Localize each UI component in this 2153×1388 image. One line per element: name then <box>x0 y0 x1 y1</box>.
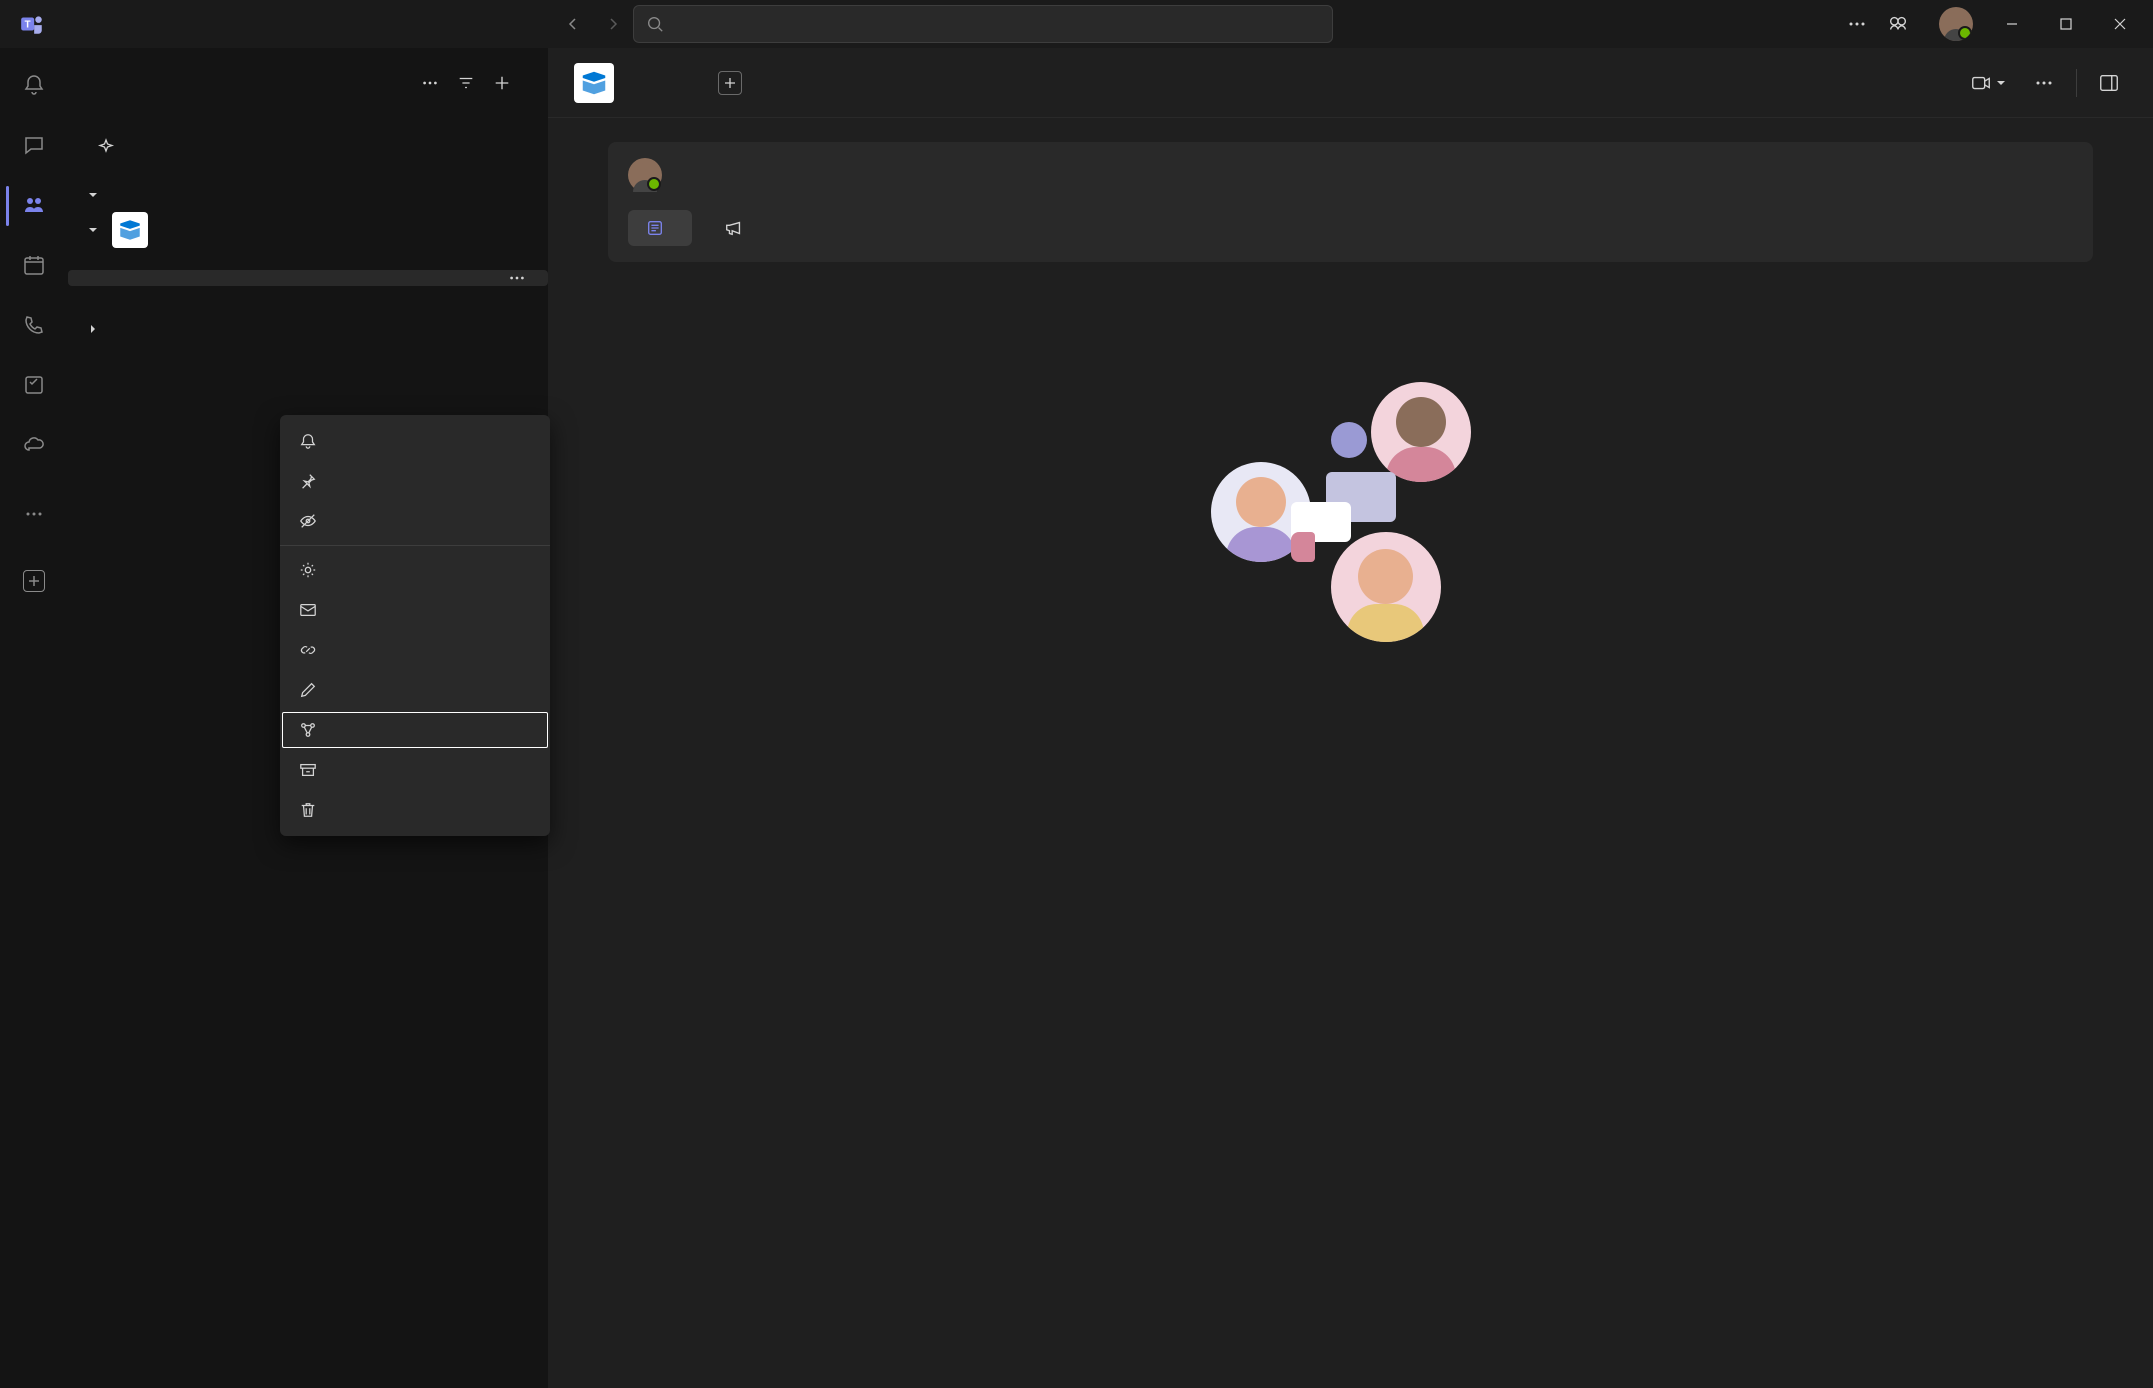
pencil-icon <box>298 680 318 700</box>
notifications-button[interactable] <box>1883 13 1913 35</box>
megaphone-icon <box>724 218 744 238</box>
channel-context-menu <box>280 415 550 836</box>
open-pane-button[interactable] <box>2091 65 2127 101</box>
rail-more[interactable] <box>6 484 62 544</box>
mail-icon <box>298 600 318 620</box>
history-back-button[interactable] <box>553 4 593 44</box>
divider <box>2076 69 2077 97</box>
app-rail <box>0 48 68 1388</box>
user-profile-button[interactable] <box>1921 7 1981 41</box>
menu-divider <box>280 545 550 546</box>
sparkle-icon <box>96 137 116 157</box>
channel-notifications-azure[interactable] <box>68 270 548 286</box>
channel-avatar <box>574 63 614 103</box>
window-minimize-button[interactable] <box>1989 1 2035 47</box>
apps-icon <box>23 570 45 592</box>
listpane-filter-button[interactable] <box>448 65 484 101</box>
compose-avatar <box>628 158 662 192</box>
menu-hide[interactable] <box>280 501 550 541</box>
bell-icon <box>298 431 318 451</box>
menu-get-link[interactable] <box>280 630 550 670</box>
team-logo <box>112 212 148 248</box>
pin-icon <box>298 471 318 491</box>
more-icon <box>22 502 46 526</box>
announcement-type-button[interactable] <box>706 210 772 246</box>
link-icon <box>298 640 318 660</box>
chat-icon <box>22 133 46 157</box>
svg-text:T: T <box>25 19 31 30</box>
planner-icon <box>22 373 46 397</box>
search-input[interactable] <box>674 16 1320 33</box>
hidden-teams-header[interactable] <box>68 318 548 340</box>
menu-get-email[interactable] <box>280 590 550 630</box>
rail-apps[interactable] <box>6 552 62 612</box>
history-forward-button[interactable] <box>593 4 633 44</box>
titlebar: T <box>0 0 2153 48</box>
archive-icon <box>298 760 318 780</box>
see-all-channels-link[interactable] <box>68 302 548 318</box>
window-maximize-button[interactable] <box>2043 1 2089 47</box>
content-area <box>548 48 2153 1388</box>
menu-channel-notifications[interactable] <box>280 421 550 461</box>
channel-general[interactable] <box>68 254 548 270</box>
rail-calendar[interactable] <box>6 236 62 296</box>
gear-icon <box>298 560 318 580</box>
team-row[interactable] <box>68 206 548 254</box>
titlebar-more-button[interactable] <box>1839 14 1875 34</box>
eye-off-icon <box>298 511 318 531</box>
bell-icon <box>22 73 46 97</box>
listpane-more-button[interactable] <box>412 65 448 101</box>
calendar-icon <box>22 253 46 277</box>
empty-state <box>548 262 2153 1388</box>
trash-icon <box>298 800 318 820</box>
channel-more-button[interactable] <box>2026 65 2062 101</box>
teams-app-logo: T <box>18 10 46 38</box>
post-icon <box>646 219 664 237</box>
search-icon <box>646 15 664 33</box>
menu-rename-channel[interactable] <box>280 670 550 710</box>
post-type-button[interactable] <box>628 210 692 246</box>
rail-calls[interactable] <box>6 296 62 356</box>
menu-manage-channel[interactable] <box>280 550 550 590</box>
rail-activity[interactable] <box>6 56 62 116</box>
caret-down-icon <box>88 190 100 200</box>
rail-chat[interactable] <box>6 116 62 176</box>
rail-planner[interactable] <box>6 356 62 416</box>
channel-header <box>548 48 2153 118</box>
window-close-button[interactable] <box>2097 1 2143 47</box>
compose-box[interactable] <box>608 142 2093 262</box>
teams-icon <box>22 193 46 217</box>
discover-button[interactable] <box>68 118 548 176</box>
menu-archive-channel[interactable] <box>280 750 550 790</box>
phone-icon <box>22 313 46 337</box>
channel-notifications[interactable] <box>68 286 548 302</box>
welcome-illustration <box>1211 372 1491 652</box>
caret-right-icon <box>88 324 100 334</box>
your-teams-header[interactable] <box>68 184 548 206</box>
search-box[interactable] <box>633 5 1333 43</box>
menu-pin[interactable] <box>280 461 550 501</box>
cloud-icon <box>22 433 46 457</box>
listpane-add-button[interactable] <box>484 65 520 101</box>
menu-delete-channel[interactable] <box>280 790 550 830</box>
workflow-icon <box>298 720 318 740</box>
menu-workflows[interactable] <box>280 710 550 750</box>
rail-teams[interactable] <box>6 176 62 236</box>
channel-more-button[interactable] <box>508 269 526 287</box>
user-avatar <box>1939 7 1973 41</box>
meet-button[interactable] <box>1964 65 2012 101</box>
tab-add-button[interactable] <box>718 71 742 95</box>
caret-down-icon <box>88 225 100 235</box>
rail-onedrive[interactable] <box>6 416 62 476</box>
